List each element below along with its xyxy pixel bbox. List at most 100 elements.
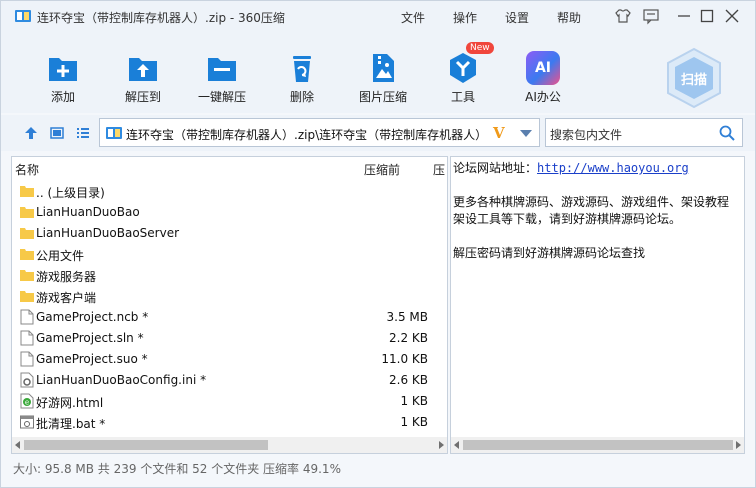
add-label: 添加 (50, 90, 75, 104)
column-size[interactable]: 压缩前 (364, 161, 400, 178)
file-row[interactable]: LianHuanDuoBaoConfig.ini * 2.6 KB (12, 370, 447, 391)
forum-link[interactable]: http://www.haoyou.org (537, 161, 689, 175)
image-compress-button[interactable]: 图片压缩 (348, 51, 418, 104)
address-path: 连环夺宝（带控制库存机器人）.zip\连环夺宝（带控制库存机器人） (126, 128, 488, 142)
file-name: 游戏服务器 (36, 270, 97, 284)
svg-text:e: e (25, 399, 29, 407)
scroll-left-icon[interactable] (15, 441, 20, 449)
tools-button[interactable]: 工具 New (428, 42, 498, 104)
file-row[interactable]: GameProject.ncb * 3.5 MB (12, 307, 447, 328)
column-compressed[interactable]: 压 (433, 161, 445, 178)
scrollbar-thumb[interactable] (24, 440, 268, 450)
comment-scrollbar-thumb[interactable] (463, 440, 733, 450)
chevron-down-icon[interactable] (520, 130, 532, 137)
maximize-icon[interactable] (698, 7, 716, 25)
menu-operate[interactable]: 操作 (453, 9, 477, 26)
scan-label: 扫描 (680, 73, 707, 88)
comment-line-4: 解压密码请到好游棋牌源码论坛查找 (453, 246, 646, 260)
delete-button[interactable]: 删除 (267, 51, 337, 104)
folder-row[interactable]: .. (上级目录) (12, 181, 447, 202)
file-name: LianHuanDuoBaoServer (36, 226, 180, 240)
comment-line-2: 更多各种棋牌源码、游戏源码、游戏组件、架设教程 (453, 195, 730, 209)
tools-icon (450, 53, 476, 83)
folder-icon (20, 228, 34, 239)
file-size: 1 KB (400, 394, 428, 408)
folder-row[interactable]: 游戏客户端 (12, 286, 447, 307)
file-name: LianHuanDuoBao (36, 205, 140, 219)
extract-to-icon (129, 58, 157, 81)
file-name: 好游网.html (36, 396, 104, 410)
folder-icon (20, 207, 34, 218)
scan-button[interactable]: 扫描 (665, 47, 723, 109)
address-row: 连环夺宝（带控制库存机器人）.zip\连环夺宝（带控制库存机器人） V 搜索包内… (1, 115, 755, 151)
up-arrow-icon[interactable] (24, 126, 38, 140)
ai-office-button[interactable]: AI AI办公 (508, 51, 578, 104)
folder-icon (20, 249, 34, 260)
file-row[interactable]: 批清理.bat * 1 KB (12, 412, 447, 433)
menu-settings[interactable]: 设置 (505, 9, 529, 26)
comment-scroll-left-icon[interactable] (454, 441, 459, 449)
feedback-icon[interactable] (642, 7, 660, 25)
archive-icon (15, 10, 31, 22)
column-name[interactable]: 名称 (15, 161, 39, 178)
file-name: .. (上级目录) (36, 186, 105, 200)
file-name: LianHuanDuoBaoConfig.ini * (36, 373, 207, 387)
close-icon[interactable] (723, 7, 741, 25)
comment-horizontal-scrollbar[interactable] (451, 437, 744, 453)
file-row[interactable]: GameProject.sln * 2.2 KB (12, 328, 447, 349)
comment-scroll-right-icon[interactable] (736, 441, 741, 449)
file-name: 批清理.bat * (36, 417, 106, 431)
folder-row[interactable]: LianHuanDuoBaoServer (12, 223, 447, 244)
folder-icon (20, 186, 34, 197)
add-button[interactable]: 添加 (28, 51, 98, 104)
batch-file-icon (20, 415, 34, 429)
comment-pane: 论坛网站地址：http://www.haoyou.org 更多各种棋牌源码、游戏… (450, 156, 745, 454)
file-name: 游戏客户端 (36, 291, 97, 305)
menu-file[interactable]: 文件 (401, 9, 425, 26)
trash-icon (293, 56, 311, 82)
image-compress-label: 图片压缩 (358, 90, 407, 104)
v-mark-icon: V (493, 124, 505, 142)
file-size: 11.0 KB (381, 352, 428, 366)
html-file-icon: e (20, 393, 34, 409)
window-title: 连环夺宝（带控制库存机器人）.zip - 360压缩 (37, 11, 285, 25)
list-view-icon[interactable] (76, 126, 90, 140)
file-name: GameProject.suo * (36, 352, 148, 366)
ai-badge-text: AI (534, 60, 552, 76)
horizontal-scrollbar[interactable] (12, 437, 447, 453)
extract-to-button[interactable]: 解压到 (108, 51, 178, 104)
folder-icon (20, 291, 34, 302)
folder-row[interactable]: 公用文件 (12, 244, 447, 265)
file-row[interactable]: e 好游网.html 1 KB (12, 391, 447, 412)
search-icon[interactable] (719, 125, 735, 141)
folder-row[interactable]: LianHuanDuoBao (12, 202, 447, 223)
search-box[interactable]: 搜索包内文件 (545, 118, 743, 147)
comment-line-1: 论坛网站地址：http://www.haoyou.org (453, 159, 689, 176)
archive-small-icon (106, 127, 122, 139)
one-click-extract-button[interactable]: 一键解压 (187, 51, 257, 104)
file-name: 公用文件 (36, 249, 85, 263)
minimize-icon[interactable] (675, 7, 693, 25)
scroll-right-icon[interactable] (439, 441, 444, 449)
file-size: 2.2 KB (389, 331, 428, 345)
file-size: 2.6 KB (389, 373, 428, 387)
toolbar: 添加 解压到 一键解压 删除 图片压缩 工具 New AI AI办公 (1, 31, 755, 113)
ai-office-icon: AI (526, 51, 560, 85)
skin-icon[interactable] (614, 7, 632, 25)
folder-row[interactable]: 游戏服务器 (12, 265, 447, 286)
one-click-extract-label: 一键解压 (197, 90, 246, 104)
menu-help[interactable]: 帮助 (557, 9, 581, 26)
file-row[interactable]: GameProject.suo * 11.0 KB (12, 349, 447, 370)
folder-icon (20, 270, 34, 281)
file-name: GameProject.ncb * (36, 310, 149, 324)
file-icon (20, 309, 34, 325)
thumbnail-view-icon[interactable] (50, 126, 64, 140)
add-icon (49, 58, 77, 81)
file-size: 3.5 MB (386, 310, 428, 324)
address-bar[interactable]: 连环夺宝（带控制库存机器人）.zip\连环夺宝（带控制库存机器人） V (99, 118, 540, 147)
app-window: 连环夺宝（带控制库存机器人）.zip - 360压缩 文件 操作 设置 帮助 添… (0, 0, 756, 488)
file-size: 1 KB (400, 415, 428, 429)
comment-line-3: 架设工具等下载，请到好游棋牌源码论坛。 (453, 212, 682, 226)
file-list[interactable]: 名称 压缩前 压 .. (上级目录) LianHuanDuoBao LianHuan… (11, 156, 448, 454)
tools-label: 工具 (450, 90, 475, 104)
